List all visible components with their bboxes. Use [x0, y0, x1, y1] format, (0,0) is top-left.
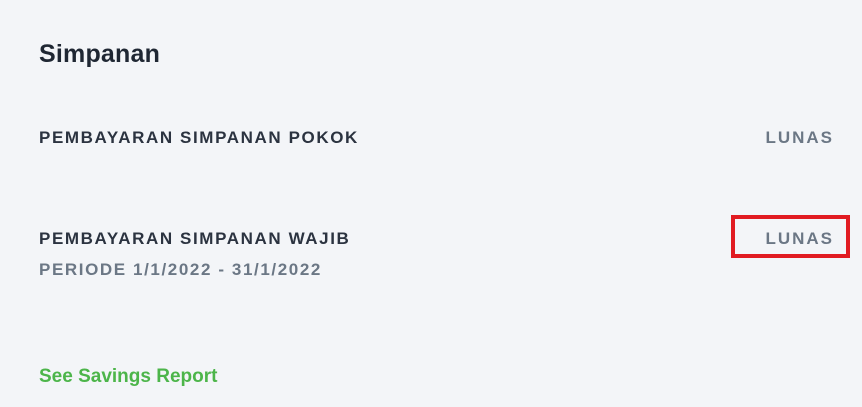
item-status-simpanan-pokok: LUNAS	[765, 128, 834, 147]
item-period-simpanan-wajib: PERIODE 1/1/2022 - 31/1/2022	[39, 260, 322, 279]
item-label-simpanan-pokok: PEMBAYARAN SIMPANAN POKOK	[39, 128, 359, 147]
item-label-simpanan-wajib: PEMBAYARAN SIMPANAN WAJIB	[39, 229, 351, 248]
see-savings-report-link[interactable]: See Savings Report	[39, 366, 217, 388]
savings-card: Simpanan PEMBAYARAN SIMPANAN POKOK LUNAS…	[0, 0, 862, 407]
section-title: Simpanan	[39, 40, 161, 68]
highlight-box	[731, 215, 850, 258]
